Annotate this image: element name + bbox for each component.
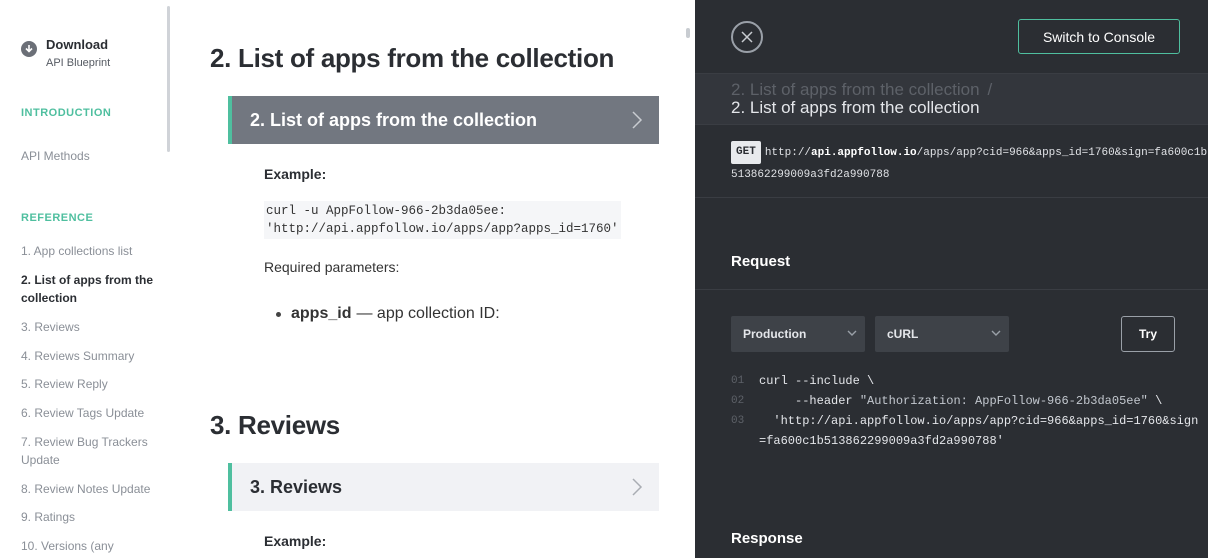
divider: [695, 289, 1208, 290]
url-prefix: http://: [764, 147, 812, 160]
download-link[interactable]: Download API Blueprint: [21, 37, 110, 70]
sidebar: Download API Blueprint INTRODUCTION API …: [0, 0, 180, 558]
sidebar-item-reviews-summary[interactable]: 4. Reviews Summary: [21, 347, 161, 365]
parameter-name: apps_id: [291, 305, 352, 322]
parameter-description: — app collection ID:: [356, 305, 500, 322]
console-breadcrumb: 2. List of apps from the collection / 2. …: [695, 73, 1208, 125]
close-button[interactable]: [731, 21, 763, 53]
switch-to-console-button[interactable]: Switch to Console: [1018, 19, 1180, 54]
code-line: 02 --header "Authorization: AppFollow-96…: [731, 391, 1201, 411]
code-text: \: [1147, 394, 1163, 408]
sidebar-item-review-bug-trackers[interactable]: 7. Review Bug Trackers Update: [21, 433, 161, 469]
breadcrumb-previous[interactable]: 2. List of apps from the collection /: [731, 80, 992, 100]
required-parameters-label: Required parameters:: [264, 259, 400, 275]
divider: [695, 197, 1208, 198]
code-text: --header: [759, 394, 860, 408]
try-button[interactable]: Try: [1121, 316, 1175, 352]
chevron-down-icon: [847, 330, 857, 336]
sidebar-item-versions[interactable]: 10. Versions (any: [21, 537, 161, 555]
sidebar-scrollbar[interactable]: [167, 6, 170, 152]
request-label: Request: [731, 253, 791, 270]
sidebar-item-ratings[interactable]: 9. Ratings: [21, 508, 161, 526]
sidebar-item-review-tags[interactable]: 6. Review Tags Update: [21, 404, 161, 422]
code-text: curl --include \: [759, 374, 875, 388]
line-number: 02: [731, 395, 745, 407]
sidebar-item-api-methods[interactable]: API Methods: [21, 147, 161, 165]
request-code-block: 01 curl --include \ 02 --header "Authori…: [731, 371, 1201, 451]
reference-heading: REFERENCE: [21, 212, 94, 224]
breadcrumb-current: 2. List of apps from the collection: [731, 98, 980, 117]
sidebar-item-list-of-apps[interactable]: 2. List of apps from the collection: [21, 271, 161, 307]
response-label: Response: [731, 530, 803, 547]
chevron-right-icon: [631, 477, 643, 502]
language-select[interactable]: cURL: [875, 316, 1009, 352]
parameter-item: apps_id — app collection ID:: [276, 305, 500, 323]
breadcrumb-previous-label: 2. List of apps from the collection: [731, 80, 980, 99]
console-panel: Switch to Console 2. List of apps from t…: [695, 0, 1208, 558]
endpoint-bar-list-of-apps[interactable]: 2. List of apps from the collection: [228, 96, 659, 144]
code-line: 03 'http://api.appfollow.io/apps/app?cid…: [731, 411, 1201, 451]
example-code-line: 'http://api.appfollow.io/apps/app?apps_i…: [266, 222, 619, 236]
bullet-icon: [276, 311, 281, 317]
main-scrollbar[interactable]: [686, 28, 690, 38]
code-string: "Authorization: AppFollow-966-2b3da05ee": [859, 394, 1148, 408]
line-number: 03: [731, 415, 745, 427]
language-select-value: cURL: [887, 327, 919, 341]
sidebar-item-app-collections[interactable]: 1. App collections list: [21, 242, 161, 260]
url-host: api.appfollow.io: [811, 147, 917, 160]
example-label: Example:: [264, 533, 327, 549]
close-icon: [741, 31, 753, 43]
breadcrumb-separator: /: [987, 80, 993, 99]
sidebar-item-reviews[interactable]: 3. Reviews: [21, 318, 161, 336]
request-url: GET http://api.appfollow.io/apps/app?cid=…: [731, 141, 1208, 185]
code-line: 01 curl --include \: [731, 371, 1201, 391]
section-heading-list-of-apps: 2. List of apps from the collection: [210, 43, 615, 73]
download-title: Download: [46, 37, 109, 52]
chevron-right-icon: [631, 110, 643, 135]
example-label: Example:: [264, 166, 327, 182]
endpoint-bar-label: 3. Reviews: [250, 476, 343, 497]
environment-select-value: Production: [743, 327, 807, 341]
endpoint-bar-reviews[interactable]: 3. Reviews: [228, 463, 659, 511]
main-content: 2. List of apps from the collection 2. L…: [180, 0, 695, 558]
chevron-down-icon: [991, 330, 1001, 336]
environment-select[interactable]: Production: [731, 316, 865, 352]
line-number: 01: [731, 375, 745, 387]
section-heading-reviews: 3. Reviews: [210, 410, 340, 440]
example-code-line: curl -u AppFollow-966-2b3da05ee:: [266, 204, 507, 218]
sidebar-item-review-reply[interactable]: 5. Review Reply: [21, 375, 161, 393]
endpoint-bar-label: 2. List of apps from the collection: [250, 109, 538, 130]
http-method-badge: GET: [731, 141, 761, 164]
example-code: curl -u AppFollow-966-2b3da05ee: 'http:/…: [264, 201, 621, 239]
download-icon: [21, 41, 37, 57]
code-text: 'http://api.appfollow.io/apps/app?cid=96…: [759, 414, 1199, 448]
introduction-heading: INTRODUCTION: [21, 107, 112, 119]
download-subtitle: API Blueprint: [46, 57, 111, 69]
sidebar-item-review-notes[interactable]: 8. Review Notes Update: [21, 480, 161, 498]
